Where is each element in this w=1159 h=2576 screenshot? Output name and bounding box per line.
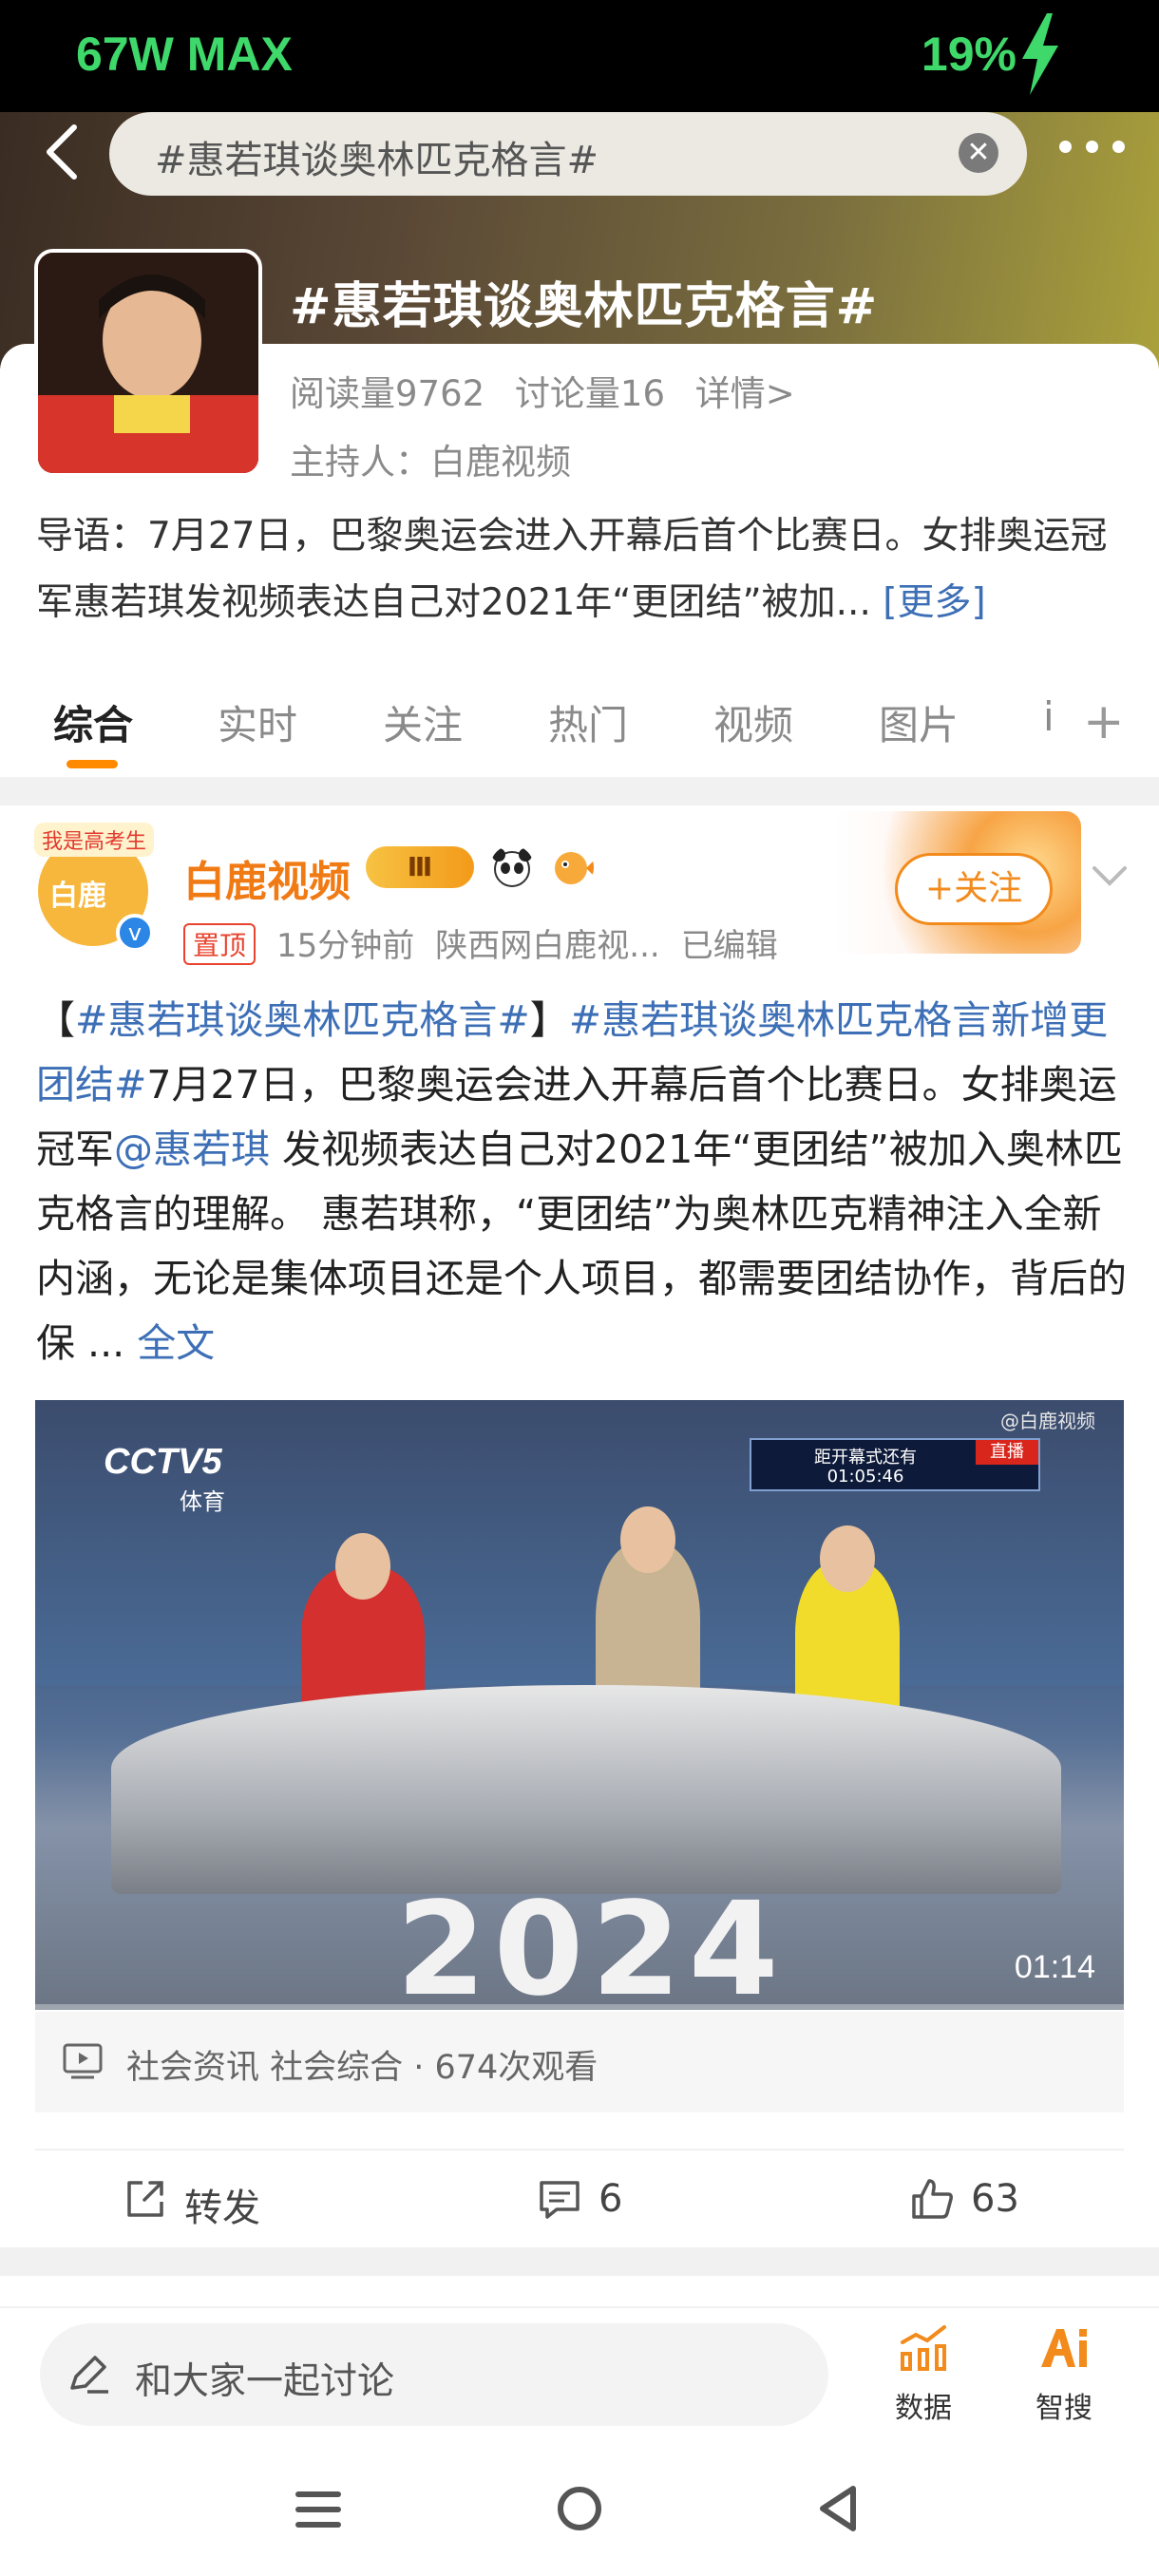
comment-placeholder: 和大家一起讨论	[135, 2360, 395, 2403]
host-label[interactable]: 主持人：白鹿视频	[290, 433, 571, 484]
channel-logo: CCTV5 体育	[104, 1442, 225, 1516]
host-right-head	[820, 1525, 875, 1592]
intro-more-link[interactable]: [更多]	[883, 581, 985, 624]
comment-count: 6	[598, 2177, 623, 2221]
more-options-icon[interactable]	[1059, 141, 1126, 154]
tab-video[interactable]: 视频	[713, 693, 793, 751]
home-icon[interactable]	[556, 2485, 603, 2532]
back-triangle-icon[interactable]	[815, 2483, 863, 2534]
post-time: 15分钟前	[276, 927, 415, 965]
avatar-label: 白鹿	[49, 880, 106, 913]
tab-truncated[interactable]: i	[1043, 693, 1054, 740]
post-meta: 置顶 15分钟前 陕西网白鹿视... 已编辑	[183, 919, 799, 966]
topic-title: #惠若琪谈奥林匹克格言#	[290, 278, 879, 335]
hashtag-link[interactable]: #惠若琪谈奥林匹克格言#	[75, 997, 530, 1043]
studio-desk	[111, 1685, 1061, 1894]
ai-search-label: 智搜	[1036, 2392, 1092, 2425]
countdown-banner: 距开幕式还有 01:05:46 直播	[750, 1438, 1040, 1491]
pinned-badge: 置顶	[183, 923, 256, 965]
bar-chart-icon	[901, 2325, 946, 2371]
charging-label: 67W MAX	[76, 28, 293, 81]
video-category-views: 社会资讯 社会综合 · 674次观看	[126, 2049, 598, 2087]
host-left-head	[335, 1533, 390, 1600]
edited-label: 已编辑	[680, 927, 778, 965]
repost-label: 转发	[184, 2187, 260, 2230]
repost-icon	[127, 2181, 163, 2217]
thumbs-up-icon	[912, 2179, 953, 2219]
channel-sub-text: 体育	[180, 1489, 225, 1515]
video-watermark: @白鹿视频	[1000, 1410, 1095, 1432]
discussion-count: 讨论量16	[514, 373, 666, 414]
charging-bolt-icon	[1022, 13, 1058, 95]
details-link[interactable]: 详情>	[695, 373, 795, 414]
menu-icon[interactable]	[294, 2489, 342, 2530]
system-nav-bar	[0, 2451, 1159, 2576]
countdown-time: 01:05:46	[826, 1467, 904, 1487]
add-tab-icon[interactable]: +	[1083, 697, 1125, 747]
video-play-icon	[63, 2043, 103, 2079]
search-field[interactable]: #惠若琪谈奥林匹克格言# ✕	[109, 112, 1027, 196]
tab-images[interactable]: 图片	[879, 693, 959, 751]
level-badge-icon[interactable]: Ⅲ	[366, 846, 474, 888]
tab-following[interactable]: 关注	[383, 693, 463, 751]
olympic-2024-text: 2024	[396, 1875, 787, 2010]
topic-intro: 导语：7月27日，巴黎奥运会进入开幕后首个比赛日。女排奥运冠军惠若琪发视频表达自…	[36, 503, 1129, 636]
countdown-title: 距开幕式还有	[814, 1448, 917, 1468]
video-progress-bar[interactable]	[35, 2004, 1124, 2010]
follow-button[interactable]: +关注	[895, 853, 1053, 925]
section-divider	[0, 2247, 1159, 2276]
chevron-down-icon[interactable]	[1091, 862, 1129, 891]
post-body: 【#惠若琪谈奥林匹克格言#】#惠若琪谈奥林匹克格言新增更团结#7月27日，巴黎奥…	[36, 988, 1129, 1375]
author-badges: Ⅲ	[366, 845, 595, 893]
read-count: 阅读量9762	[290, 373, 485, 414]
pencil-icon	[70, 2356, 108, 2394]
like-count: 63	[971, 2177, 1019, 2221]
data-tool-button[interactable]: 数据	[885, 2321, 961, 2426]
author-name[interactable]: 白鹿视频	[183, 847, 351, 908]
mention-link[interactable]: @惠若琪	[114, 1127, 270, 1172]
topic-cover-image[interactable]	[34, 249, 262, 477]
full-text-link[interactable]: 全文	[137, 1320, 215, 1366]
video-player[interactable]: CCTV5 体育 @白鹿视频 距开幕式还有 01:05:46 直播 2024 01…	[35, 1400, 1124, 2010]
panda-icon	[492, 848, 533, 887]
comment-icon	[540, 2181, 580, 2219]
video-duration: 01:14	[1014, 1949, 1095, 1985]
topic-tabs: 综合 实时 关注 热门 视频 图片 i +	[0, 684, 1159, 779]
ai-icon	[1041, 2329, 1087, 2367]
author-avatar[interactable]: 我是高考生 白鹿 v	[34, 823, 155, 952]
tab-realtime[interactable]: 实时	[218, 693, 297, 751]
host-center-head	[620, 1506, 675, 1573]
battery-level: 19%	[921, 28, 1016, 81]
post-source: 陕西网白鹿视...	[435, 927, 660, 965]
verified-badge-icon: v	[116, 914, 154, 952]
live-badge: 直播	[976, 1440, 1038, 1465]
bracket-close: 】	[529, 997, 569, 1043]
back-arrow-icon[interactable]	[40, 122, 87, 182]
tab-comprehensive[interactable]: 综合	[53, 693, 133, 751]
bracket-open: 【	[36, 997, 75, 1043]
avatar-ribbon: 我是高考生	[34, 823, 155, 857]
section-divider	[0, 777, 1159, 805]
pufferfish-icon	[555, 852, 595, 884]
active-tab-indicator	[66, 760, 118, 768]
video-info-bar[interactable]: 社会资讯 社会综合 · 674次观看	[35, 2012, 1124, 2112]
data-tool-label: 数据	[895, 2392, 952, 2425]
channel-logo-text: CCTV5	[104, 1442, 222, 1482]
level-badge-text: Ⅲ	[407, 851, 433, 882]
tab-hot[interactable]: 热门	[548, 693, 628, 751]
clear-search-icon[interactable]: ✕	[959, 133, 998, 173]
search-text: #惠若琪谈奥林匹克格言#	[155, 139, 599, 182]
topic-stats: 阅读量9762 讨论量16 详情>	[290, 365, 814, 416]
athlete-portrait-icon	[38, 253, 258, 473]
ai-search-button[interactable]: 智搜	[1026, 2321, 1102, 2426]
actions-divider	[35, 2149, 1124, 2150]
status-bar: 67W MAX 19%	[0, 0, 1159, 114]
comment-input[interactable]: 和大家一起讨论	[40, 2323, 828, 2426]
